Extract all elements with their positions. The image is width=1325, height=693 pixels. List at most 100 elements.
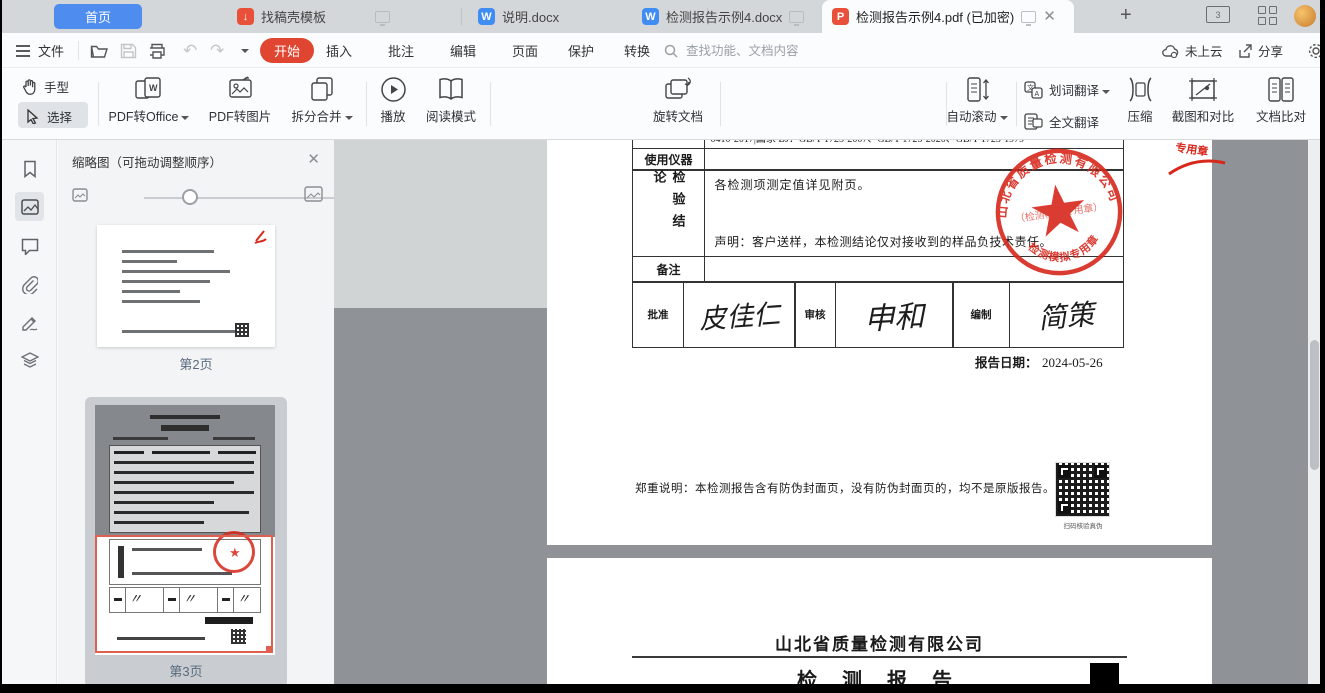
user-avatar[interactable] [1294, 5, 1316, 27]
search-input[interactable] [684, 43, 844, 59]
ribbon-tab-label: 转换 [624, 44, 651, 59]
pdf-page-4[interactable]: 山北省质量检测有限公司 检 测 报 告 [547, 558, 1212, 684]
signature-panel-button[interactable] [15, 308, 44, 337]
attachments-panel-button[interactable] [15, 270, 44, 299]
thumbnail-image-icon [20, 198, 39, 215]
vertical-scrollbar[interactable] [1308, 140, 1320, 684]
thumbnail-page-3-selected[interactable]: ★ 〃 〃 〃 第3页 [85, 397, 287, 684]
bookmarks-panel-button[interactable] [15, 154, 44, 183]
thumb-qr-mini [235, 323, 249, 337]
text-cursor-block [1090, 663, 1119, 684]
panel-close-icon[interactable]: ✕ [307, 150, 320, 168]
undo-button[interactable]: ↶ [183, 33, 197, 68]
save-button[interactable] [120, 33, 137, 68]
viewport-indicator[interactable] [95, 535, 273, 653]
cloud-status[interactable]: 未上云 [1162, 33, 1223, 68]
tab-bar: 首页 ↓ 找稿壳模板 W 说明.docx W 检测报告示例4.docx P 检测… [2, 0, 1320, 33]
pdf-page-3[interactable]: 0410-2017|国家 BJ：GB/T 1725-2007、GB/T 1725… [547, 140, 1226, 545]
auto-scroll-button[interactable]: 自动滚动 [942, 76, 1012, 125]
rotate-doc-button[interactable]: 旋转文档 [644, 76, 712, 125]
ribbon-tab-label: 开始 [260, 38, 315, 63]
pdf-to-image-label: PDF转图片 [208, 110, 272, 124]
split-merge-button[interactable]: 拆分合并 [286, 76, 358, 125]
signature-stamp-icon [21, 317, 37, 331]
play-button[interactable]: 播放 [372, 76, 414, 125]
share-button[interactable]: 分享 [1238, 33, 1283, 68]
scrollbar-thumb[interactable] [1310, 340, 1319, 470]
new-tab-button[interactable]: + [1120, 4, 1132, 27]
thumb-size-large-icon[interactable] [304, 186, 323, 202]
share-icon [1239, 43, 1252, 58]
rotate-doc-label: 旋转文档 [652, 110, 703, 124]
word-translate-icon: 文A [1024, 80, 1043, 99]
prepare-label: 编制 [970, 310, 992, 321]
paperclip-icon [22, 275, 38, 294]
sidebar-rail [2, 140, 57, 684]
word-translate-label: 划词翻译 [1049, 84, 1100, 98]
tab-label: 说明.docx [502, 10, 560, 25]
doc-compare-button[interactable]: 文档比对 [1250, 76, 1312, 125]
split-merge-label: 拆分合并 [291, 110, 342, 124]
tab-label: 找稿壳模板 [261, 10, 327, 25]
ribbon-tab-start[interactable]: 开始 [260, 33, 315, 68]
full-translate-button[interactable]: 全文翻译 [1024, 112, 1099, 131]
apps-grid-icon[interactable] [1258, 6, 1277, 25]
select-label: 选择 [47, 111, 73, 125]
word-translate-button[interactable]: 文A 划词翻译 [1024, 80, 1111, 99]
qr-code [1055, 462, 1110, 517]
layers-panel-button[interactable] [15, 346, 44, 375]
tab-home[interactable]: 首页 [54, 4, 142, 29]
pdf-to-office-button[interactable]: W PDF转Office [105, 76, 193, 125]
thumb-stamp-fragment [252, 229, 268, 245]
ribbon-tab-label: 插入 [326, 44, 353, 59]
ribbon-tab-label: 编辑 [450, 44, 477, 59]
hamburger-icon [16, 44, 30, 57]
compress-button[interactable]: 压缩 [1120, 76, 1160, 125]
ribbon-tab-edit[interactable]: 编辑 [450, 33, 476, 68]
tab-home-label: 首页 [84, 10, 111, 25]
rotate-doc-icon [665, 77, 691, 99]
print-button[interactable] [148, 33, 166, 68]
pdf-to-image-button[interactable]: PDF转图片 [202, 76, 278, 125]
select-tool[interactable]: 选择 [18, 102, 88, 128]
file-menu[interactable]: 文件 [15, 33, 64, 68]
remark-label: 备注 [656, 262, 681, 277]
window-layout-icon[interactable]: 3 [1206, 6, 1230, 23]
hand-tool[interactable]: 手型 [22, 77, 69, 96]
search-box[interactable] [664, 40, 854, 62]
tab-report-pdf-active[interactable]: P 检测报告示例4.pdf (已加密) ✕ [822, 0, 1074, 33]
title-rule [632, 656, 1127, 658]
ribbon-tab-comment[interactable]: 批注 [388, 33, 414, 68]
quickbar-dropdown[interactable] [238, 33, 249, 68]
ribbon-tab-insert[interactable]: 插入 [326, 33, 352, 68]
approve-label: 批准 [647, 310, 669, 321]
doc-compare-icon [1268, 77, 1294, 102]
read-mode-button[interactable]: 阅读模式 [420, 76, 482, 125]
thumbnail-panel: 缩略图（可拖动调整顺序） ✕ 第2页 ★ 〃 〃 〃 第3页 [58, 140, 340, 684]
tab-report-docx[interactable]: W 检测报告示例4.docx [632, 0, 817, 33]
thumb-page-3-label: 第3页 [169, 664, 203, 679]
full-translate-label: 全文翻译 [1049, 116, 1100, 130]
hand-label: 手型 [44, 81, 70, 95]
thumb-size-small-icon[interactable] [72, 188, 88, 202]
ribbon-tab-label: 页面 [512, 44, 539, 59]
review-signature: 申和 [863, 298, 926, 338]
monitor-icon [789, 10, 805, 26]
bookmark-icon [23, 160, 36, 178]
screenshot-compare-label: 截图和对比 [1171, 110, 1235, 124]
tab-close-icon[interactable]: ✕ [1043, 9, 1056, 24]
thumbnails-panel-button[interactable] [15, 192, 44, 221]
ribbon-tab-convert[interactable]: 转换 [624, 33, 650, 68]
ribbon-tab-page[interactable]: 页面 [512, 33, 538, 68]
screenshot-compare-button[interactable]: 截图和对比 [1168, 76, 1238, 125]
open-button[interactable] [90, 33, 109, 68]
play-label: 播放 [380, 110, 406, 124]
redo-button[interactable]: ↷ [210, 33, 224, 68]
thumb-size-slider-knob[interactable] [182, 189, 198, 205]
comments-panel-button[interactable] [15, 232, 44, 261]
tab-template[interactable]: ↓ 找稿壳模板 [227, 0, 462, 33]
settings-gear-icon[interactable] [1308, 33, 1320, 68]
ribbon-tab-protect[interactable]: 保护 [568, 33, 594, 68]
company-name: 山北省质量检测有限公司 [775, 635, 984, 654]
document-canvas[interactable]: 0410-2017|国家 BJ：GB/T 1725-2007、GB/T 1725… [334, 140, 1308, 684]
